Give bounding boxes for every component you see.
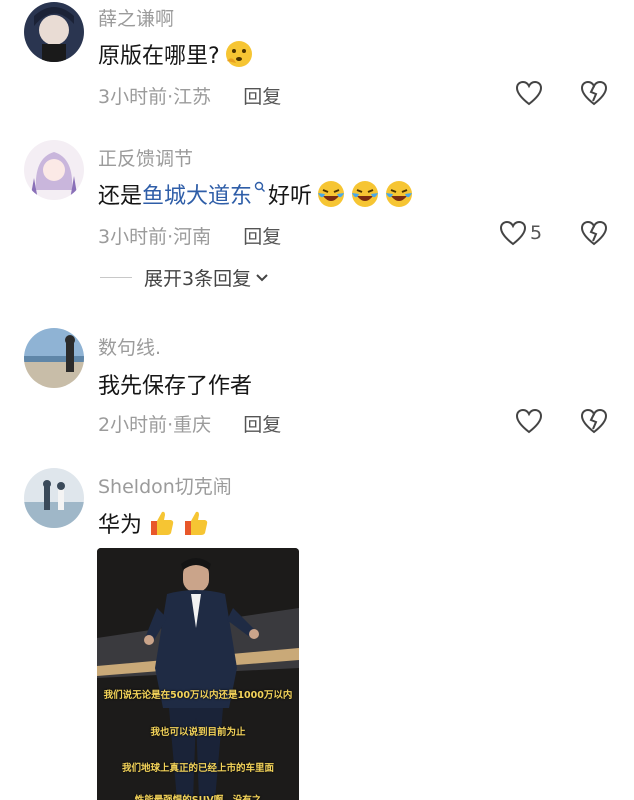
username[interactable]: Sheldon切克闹: [98, 472, 232, 499]
dislike-button[interactable]: [579, 407, 609, 435]
search-icon: [254, 178, 266, 194]
expand-replies-label: 展开3条回复: [144, 268, 252, 290]
comment-meta: 3小时前·江苏 回复: [98, 82, 281, 109]
search-link[interactable]: 鱼城大道东: [142, 178, 252, 210]
location: 重庆: [173, 414, 212, 436]
reply-button[interactable]: 回复: [243, 226, 281, 248]
reply-button[interactable]: 回复: [243, 414, 281, 436]
heart-broken-icon: [580, 80, 608, 106]
comment-text: 还是 鱼城大道东 好听: [98, 178, 414, 210]
video-thumbnail[interactable]: 我们说无论是在500万以内还是1000万以内 我也可以说到目前为止 我们地球上真…: [97, 548, 299, 800]
location: 河南: [173, 226, 212, 248]
comment-text-body: 原版在哪里?: [98, 44, 220, 69]
timestamp: 2小时前: [98, 414, 168, 436]
avatar[interactable]: [24, 328, 84, 388]
avatar[interactable]: [24, 140, 84, 200]
thumbs-up-emoji-icon: [146, 508, 176, 538]
like-button[interactable]: [514, 407, 544, 435]
comment-text-suffix: 好听: [268, 184, 313, 209]
video-subtitle: 我也可以说到目前为止: [150, 727, 246, 738]
location: 江苏: [173, 86, 212, 108]
thinking-emoji-icon: [224, 39, 254, 69]
comment-text-body: 华为: [98, 513, 143, 538]
heart-broken-icon: [580, 220, 608, 246]
heart-outline-icon: [499, 220, 527, 246]
chevron-down-icon: [256, 273, 268, 281]
like-count: 5: [530, 222, 543, 244]
avatar[interactable]: [24, 2, 84, 62]
video-subtitle: 性能最强悍的SUV啊，没有之: [97, 792, 299, 800]
comment-text: 华为: [98, 507, 210, 539]
laughing-crying-emoji-icon: [384, 179, 414, 209]
comment-text: 我先保存了作者: [98, 368, 252, 400]
video-subtitle: 我们地球上真正的已经上市的车里面: [121, 763, 274, 774]
dislike-button[interactable]: [579, 219, 609, 247]
like-button[interactable]: [498, 219, 528, 247]
username[interactable]: 数句线.: [98, 333, 161, 360]
laughing-crying-emoji-icon: [316, 179, 346, 209]
username[interactable]: 薛之谦啊: [98, 4, 174, 31]
divider: [100, 277, 132, 278]
username[interactable]: 正反馈调节: [98, 144, 193, 171]
comment-text-prefix: 还是: [98, 184, 143, 209]
expand-replies-button[interactable]: 展开3条回复: [100, 264, 269, 291]
dislike-button[interactable]: [579, 79, 609, 107]
avatar[interactable]: [24, 468, 84, 528]
comment-meta: 3小时前·河南 回复: [98, 222, 281, 249]
comment-text: 原版在哪里?: [98, 38, 254, 70]
laughing-crying-emoji-icon: [350, 179, 380, 209]
heart-outline-icon: [515, 80, 543, 106]
timestamp: 3小时前: [98, 226, 168, 248]
heart-outline-icon: [515, 408, 543, 434]
like-button[interactable]: [514, 79, 544, 107]
reply-button[interactable]: 回复: [243, 86, 281, 108]
video-subtitle: 我们说无论是在500万以内还是1000万以内: [103, 690, 293, 701]
comment-meta: 2小时前·重庆 回复: [98, 410, 281, 437]
timestamp: 3小时前: [98, 86, 168, 108]
thumbs-up-emoji-icon: [180, 508, 210, 538]
comment-text-body: 我先保存了作者: [98, 374, 253, 399]
heart-broken-icon: [580, 408, 608, 434]
